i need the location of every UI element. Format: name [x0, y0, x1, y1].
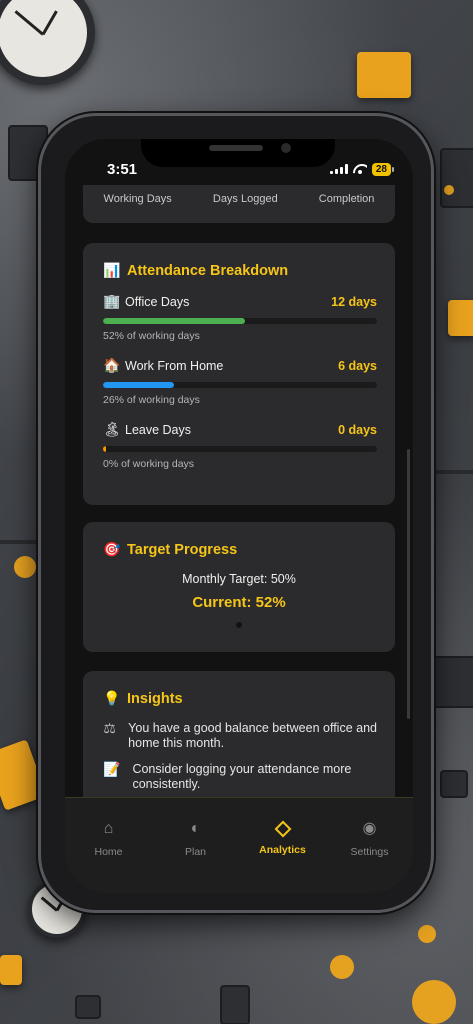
- signal-icon: [329, 164, 348, 174]
- office-days-progress-fill: [103, 318, 246, 324]
- settings-icon: ◉: [362, 820, 377, 837]
- insight-item: 📝 Consider logging your attendance more …: [103, 762, 383, 792]
- target-title-text: Target Progress: [127, 541, 238, 558]
- insight-text: You have a good balance between office a…: [128, 721, 377, 750]
- home-icon: ⌂: [103, 820, 114, 837]
- pipe-decoration: [0, 540, 38, 544]
- tab-home[interactable]: ⌂ Home: [69, 820, 149, 893]
- knob-decoration: [330, 955, 354, 979]
- status-time: 3:51: [107, 160, 138, 178]
- stat-label-working-days: Working Days: [103, 193, 172, 205]
- orange-box-decoration: [0, 955, 22, 985]
- wfh-days-progress-fill: [103, 382, 175, 388]
- panel-decoration: [432, 656, 473, 708]
- breakdown-title-text: Attendance Breakdown: [127, 262, 289, 279]
- lightbulb-icon: 💡: [103, 690, 121, 706]
- tab-plan[interactable]: ◐ Plan: [156, 820, 236, 893]
- status-bar: 3:51 28: [65, 139, 413, 185]
- panel-decoration: [220, 985, 250, 1024]
- target-title: 🎯 Target Progress: [103, 541, 237, 558]
- panel-decoration: [440, 148, 473, 208]
- target-progress-card: 🎯 Target Progress Monthly Target: 50% Cu…: [83, 522, 395, 652]
- wfh-days-progress-bar: [103, 382, 377, 388]
- wfh-days-value: 6 days: [338, 358, 377, 373]
- diamond-icon: [274, 820, 291, 838]
- knob-decoration: [14, 556, 36, 578]
- office-building-icon: 🏢: [103, 293, 121, 309]
- leave-days-progress-fill: [103, 446, 106, 452]
- wifi-icon: [353, 164, 367, 174]
- insight-item: ⚖ You have a good balance between office…: [103, 721, 383, 751]
- bottom-tab-bar: ⌂ Home ◐ Plan Analytics ◉ Settings: [65, 797, 413, 893]
- orange-box-decoration: [357, 52, 411, 98]
- tab-analytics-label: Analytics: [259, 844, 306, 856]
- bar-chart-icon: 📊: [103, 262, 121, 278]
- attendance-breakdown-card: 📊 Attendance Breakdown 🏢 Office Days 12 d…: [83, 243, 395, 505]
- office-days-percent-text: 52% of working days: [103, 330, 200, 342]
- phone-frame: 3:51 28 Working Days Days Logged Complet…: [38, 113, 434, 913]
- beach-icon: 🏝: [103, 421, 121, 437]
- office-days-value: 12 days: [331, 294, 377, 309]
- wfh-days-percent-text: 26% of working days: [103, 394, 200, 406]
- office-days-progress-bar: [103, 318, 377, 324]
- insight-text: Consider logging your attendance more co…: [132, 762, 352, 791]
- panel-decoration: [75, 995, 101, 1019]
- leave-days-progress-bar: [103, 446, 377, 452]
- stat-label-completion: Completion: [318, 193, 375, 205]
- monthly-target-text: Monthly Target: 50%: [182, 572, 296, 586]
- breakdown-row-leave: 🏝 Leave Days 0 days 0% of working days: [103, 421, 377, 470]
- breakdown-row-wfh: 🏠 Work From Home 6 days 26% of working da…: [103, 357, 377, 406]
- analytics-scroll-content[interactable]: Working Days Days Logged Completion 📊 At…: [65, 185, 413, 797]
- office-days-label: Office Days: [125, 294, 190, 309]
- summary-stats-card: Working Days Days Logged Completion: [83, 185, 395, 223]
- tab-analytics[interactable]: Analytics: [243, 820, 323, 893]
- knob-decoration: [418, 925, 436, 943]
- leave-days-label: Leave Days: [125, 422, 192, 437]
- panel-decoration: [440, 770, 468, 798]
- insights-title-text: Insights: [127, 690, 183, 707]
- tab-settings-label: Settings: [350, 846, 389, 858]
- target-icon: 🎯: [103, 541, 121, 557]
- tab-settings[interactable]: ◉ Settings: [330, 820, 410, 893]
- app-screen: 3:51 28 Working Days Days Logged Complet…: [65, 139, 413, 893]
- wfh-days-label: Work From Home: [125, 358, 224, 373]
- memo-icon: 📝: [103, 761, 121, 777]
- status-icons: 28: [329, 162, 395, 176]
- stat-label-days-logged: Days Logged: [212, 193, 278, 205]
- current-progress-text: Current: 52%: [192, 594, 286, 611]
- half-circle-icon: ◐: [190, 820, 201, 837]
- breakdown-row-office: 🏢 Office Days 12 days 52% of working days: [103, 293, 377, 342]
- page-indicator-dot: [236, 622, 242, 628]
- orange-box-decoration: [448, 300, 473, 336]
- tab-plan-label: Plan: [184, 846, 206, 858]
- tab-home-label: Home: [94, 846, 123, 858]
- scrollbar[interactable]: [407, 449, 410, 719]
- leave-days-value: 0 days: [338, 422, 377, 437]
- house-icon: 🏠: [103, 357, 121, 373]
- balance-scale-icon: ⚖: [103, 720, 116, 736]
- pipe-decoration: [434, 470, 473, 474]
- knob-decoration: [444, 185, 454, 195]
- leave-days-percent-text: 0% of working days: [103, 458, 195, 470]
- insights-title: 💡 Insights: [103, 690, 183, 707]
- battery-icon: 28: [371, 162, 395, 176]
- breakdown-title: 📊 Attendance Breakdown: [103, 262, 288, 279]
- wall-clock-decoration: [0, 0, 95, 85]
- knob-decoration: [412, 980, 456, 1024]
- insights-card: 💡 Insights ⚖ You have a good balance bet…: [83, 671, 395, 797]
